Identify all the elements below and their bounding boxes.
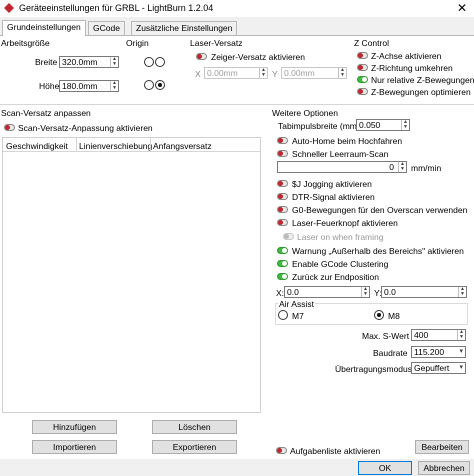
uebertragungsmodus-dropdown[interactable]: Gepuffert ▾ xyxy=(411,362,466,374)
weitere-optionen-title: Weitere Optionen xyxy=(272,108,338,118)
scan-versatz-toggle[interactable] xyxy=(4,124,15,131)
speed-unit-label: mm/min xyxy=(411,163,442,173)
scan-versatz-label: Scan-Versatz-Anpassung aktivieren xyxy=(18,123,153,133)
close-icon[interactable]: ✕ xyxy=(457,1,467,15)
endposition-label: Zurück zur Endposition xyxy=(292,272,379,282)
feuerknopf-label: Laser-Feuerknopf aktivieren xyxy=(292,218,398,228)
uebertragungsmodus-label: Übertragungsmodus xyxy=(335,364,413,374)
dtr-toggle[interactable] xyxy=(277,193,288,200)
max-s-input[interactable]: 400 ▲ ▼ xyxy=(411,329,466,341)
abbrechen-button[interactable]: Abbrechen xyxy=(418,461,470,475)
ausserhalb-warnung-label: Warnung „Außerhalb des Bereichs" aktivie… xyxy=(292,246,464,256)
baudrate-dropdown[interactable]: 115.200 ▾ xyxy=(411,346,466,358)
col-geschwindigkeit: Geschwindigkeit xyxy=(6,141,68,151)
arbeitsgroesse-title: Arbeitsgröße xyxy=(1,38,50,48)
breite-label: Breite xyxy=(35,57,58,67)
hoehe-label: Höhe xyxy=(39,81,60,91)
chevron-down-icon: ▾ xyxy=(459,348,463,355)
zeiger-versatz-toggle[interactable] xyxy=(196,53,207,60)
air-assist-m8-label: M8 xyxy=(388,311,400,321)
col-divider-2 xyxy=(150,138,151,151)
laser-versatz-title: Laser-Versatz xyxy=(190,38,243,48)
air-assist-title: Air Assist xyxy=(278,299,315,309)
air-assist-m7-radio[interactable] xyxy=(278,310,288,320)
hoehe-input[interactable]: 180.0mm ▲ ▼ xyxy=(59,80,119,92)
g0-overscan-label: G0-Bewegungen für den Overscan verwenden xyxy=(292,205,468,215)
bearbeiten-button[interactable]: Bearbeiten xyxy=(415,440,469,454)
baudrate-label: Baudrate xyxy=(373,348,408,358)
col-divider-1 xyxy=(76,138,77,151)
origin-bottom-left-radio[interactable] xyxy=(144,80,154,90)
z-achse-toggle[interactable] xyxy=(357,52,368,59)
exportieren-button[interactable]: Exportieren xyxy=(152,440,237,454)
auto-home-toggle[interactable] xyxy=(277,137,288,144)
col-anfangsversatz: Anfangsversatz xyxy=(153,141,212,151)
z-achse-label: Z-Achse aktivieren xyxy=(371,51,442,61)
end-x-input[interactable]: 0.0 ▲ ▼ xyxy=(284,286,370,298)
chevron-down-icon: ▾ xyxy=(459,364,463,371)
leerraum-scan-toggle[interactable] xyxy=(277,150,288,157)
section-divider xyxy=(0,104,474,105)
z-relativ-label: Nur relative Z-Bewegungen xyxy=(371,75,474,85)
tab-grundeinstellungen[interactable]: Grundeinstellungen xyxy=(2,20,86,36)
importieren-button[interactable]: Importieren xyxy=(32,440,117,454)
laser-x-label: X xyxy=(195,69,201,79)
gcode-clustering-label: Enable GCode Clustering xyxy=(292,259,389,269)
end-y-input[interactable]: 0.0 ▲ ▼ xyxy=(381,286,467,298)
end-x-label: X: xyxy=(276,288,285,298)
laser-framing-toggle[interactable] xyxy=(283,233,294,240)
z-optimieren-toggle[interactable] xyxy=(357,88,368,95)
laser-y-label: Y xyxy=(272,69,278,79)
lightburn-app-icon xyxy=(4,3,14,13)
dtr-label: DTR-Signal aktivieren xyxy=(292,192,375,202)
z-control-title: Z Control xyxy=(354,38,389,48)
ausserhalb-warnung-toggle[interactable] xyxy=(277,247,288,254)
aufgabenliste-toggle[interactable] xyxy=(276,447,287,454)
zeiger-versatz-label: Zeiger-Versatz aktivieren xyxy=(211,52,306,62)
laser-x-input[interactable]: 0.00mm ▲ ▼ xyxy=(204,67,268,79)
col-linienverschiebung: Linienverschiebung xyxy=(79,141,153,151)
air-assist-m7-label: M7 xyxy=(292,311,304,321)
breite-input[interactable]: 320.0mm ▲ ▼ xyxy=(59,56,119,68)
origin-title: Origin xyxy=(126,38,149,48)
laser-y-input[interactable]: 0.00mm ▲ ▼ xyxy=(281,67,347,79)
tabimpuls-label: Tabimpulsbreite (mm) xyxy=(278,121,360,131)
z-richtung-toggle[interactable] xyxy=(357,64,368,71)
leerraum-scan-label: Schneller Leerraum-Scan xyxy=(292,149,389,159)
max-s-label: Max. S-Wert xyxy=(362,331,410,341)
scan-offset-table[interactable] xyxy=(2,137,261,413)
leerraum-speed-input[interactable]: 0 ▲ ▼ xyxy=(277,161,407,173)
tab-gcode[interactable]: GCode xyxy=(88,21,125,35)
origin-bottom-right-radio[interactable] xyxy=(155,80,165,90)
z-richtung-label: Z-Richtung umkehren xyxy=(371,63,453,73)
loeschen-button[interactable]: Löschen xyxy=(152,420,237,434)
endposition-toggle[interactable] xyxy=(277,273,288,280)
aufgabenliste-label: Aufgabenliste aktivieren xyxy=(290,446,381,456)
z-optimieren-label: Z-Bewegungen optimieren xyxy=(371,87,471,97)
tabimpuls-input[interactable]: 0.050 ▲ ▼ xyxy=(356,119,410,131)
hinzufuegen-button[interactable]: Hinzufügen xyxy=(32,420,117,434)
tab-zusaetzliche-einstellungen[interactable]: Zusätzliche Einstellungen xyxy=(131,21,238,35)
table-header-line xyxy=(3,151,260,152)
origin-top-left-radio[interactable] xyxy=(144,57,154,67)
jogging-toggle[interactable] xyxy=(277,180,288,187)
z-relativ-toggle[interactable] xyxy=(357,76,368,83)
laser-framing-label: Laser on when framing xyxy=(297,232,384,242)
auto-home-label: Auto-Home beim Hochfahren xyxy=(292,136,403,146)
origin-top-right-radio[interactable] xyxy=(155,57,165,67)
scan-versatz-title: Scan-Versatz anpassen xyxy=(1,108,91,118)
ok-button[interactable]: OK xyxy=(358,461,412,475)
jogging-label: $J Jogging aktivieren xyxy=(292,179,372,189)
g0-overscan-toggle[interactable] xyxy=(277,206,288,213)
window-title: Geräteeinstellungen für GRBL - LightBurn… xyxy=(19,3,214,13)
feuerknopf-toggle[interactable] xyxy=(277,219,288,226)
gcode-clustering-toggle[interactable] xyxy=(277,260,288,267)
air-assist-m8-radio[interactable] xyxy=(374,310,384,320)
